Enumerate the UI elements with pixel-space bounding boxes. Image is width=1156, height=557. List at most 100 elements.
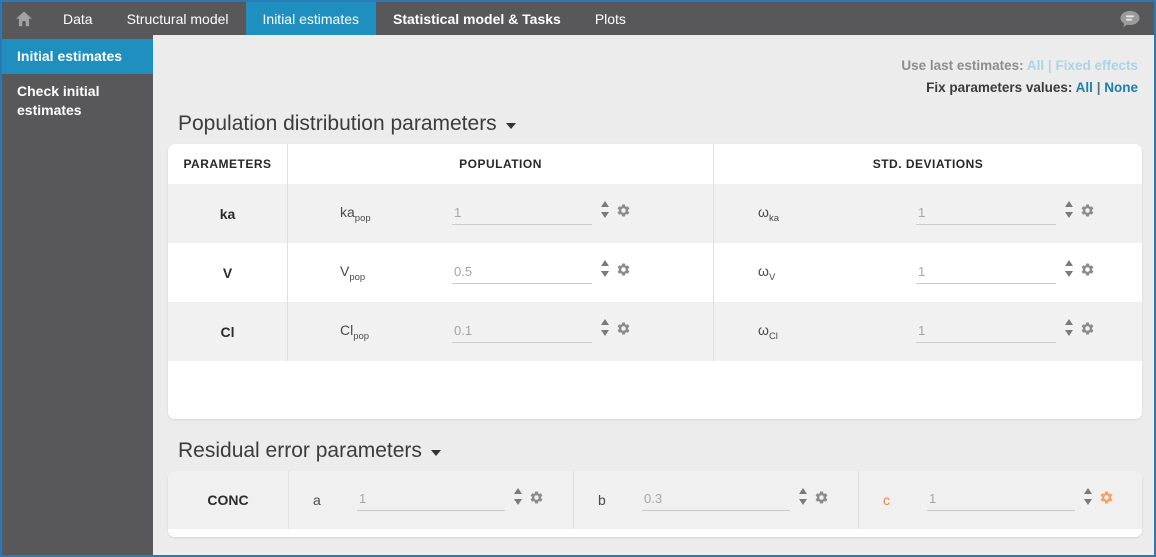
population-section-title: Population distribution parameters xyxy=(178,112,497,136)
stepper-down-icon[interactable] xyxy=(1084,498,1092,505)
residual-section-header[interactable]: Residual error parameters xyxy=(178,439,1154,463)
stepper-up-icon[interactable] xyxy=(1065,319,1073,326)
omega-ka-settings-button[interactable] xyxy=(1080,203,1095,218)
home-button[interactable] xyxy=(2,2,46,35)
value-stepper xyxy=(601,319,609,337)
stepper-up-icon[interactable] xyxy=(1084,487,1092,494)
table-row-v: V Vpop ωV xyxy=(168,243,1142,303)
left-sidebar: Initial estimates Check initial estimate… xyxy=(2,35,153,555)
population-section-header[interactable]: Population distribution parameters xyxy=(178,112,1154,136)
std-deviation-value-cell: ωka xyxy=(714,184,1142,243)
tab-plots[interactable]: Plots xyxy=(578,2,643,35)
card-bottom-padding xyxy=(168,529,1142,538)
chevron-down-icon xyxy=(505,123,516,130)
table-header-row: PARAMETERS POPULATION STD. DEVIATIONS xyxy=(168,144,1142,185)
gear-icon xyxy=(1081,263,1094,276)
residual-section-title: Residual error parameters xyxy=(178,439,422,463)
card-bottom-padding xyxy=(168,361,1142,420)
value-stepper xyxy=(799,487,807,505)
stepper-up-icon[interactable] xyxy=(601,201,609,208)
omega-param-label: ωka xyxy=(758,203,779,224)
output-name: CONC xyxy=(207,492,249,509)
omega-cl-input[interactable] xyxy=(916,320,1056,343)
fix-parameters-label: Fix parameters values: xyxy=(926,79,1073,95)
tab-initial-estimates[interactable]: Initial estimates xyxy=(245,2,376,35)
residual-b-input[interactable] xyxy=(642,489,790,512)
main-content: Use last estimates: All | Fixed effects … xyxy=(153,35,1154,555)
cl-pop-settings-button[interactable] xyxy=(616,321,631,336)
residual-b-settings-button[interactable] xyxy=(814,490,829,505)
chat-bubble-icon xyxy=(1120,10,1140,27)
feedback-button[interactable] xyxy=(1106,2,1154,35)
omega-v-settings-button[interactable] xyxy=(1080,262,1095,277)
gear-icon xyxy=(1100,491,1113,504)
tab-statistical-model-tasks[interactable]: Statistical model & Tasks xyxy=(376,2,578,35)
chevron-down-icon xyxy=(430,450,441,457)
stepper-up-icon[interactable] xyxy=(514,487,522,494)
column-header-parameters: PARAMETERS xyxy=(168,144,288,185)
parameter-name-cell: ka xyxy=(168,184,288,244)
tab-structural-model[interactable]: Structural model xyxy=(110,2,246,35)
residual-c-input[interactable] xyxy=(927,489,1075,512)
stepper-up-icon[interactable] xyxy=(1065,260,1073,267)
stepper-down-icon[interactable] xyxy=(514,498,522,505)
gear-icon xyxy=(617,263,630,276)
residual-param-c-cell: c xyxy=(859,471,1142,529)
residual-a-settings-button[interactable] xyxy=(529,490,544,505)
value-stepper xyxy=(1065,260,1073,278)
gear-icon xyxy=(530,491,543,504)
stepper-down-icon[interactable] xyxy=(1065,212,1073,219)
stepper-up-icon[interactable] xyxy=(1065,201,1073,208)
stepper-up-icon[interactable] xyxy=(601,260,609,267)
fix-none-link[interactable]: None xyxy=(1104,80,1138,95)
ka-pop-settings-button[interactable] xyxy=(616,203,631,218)
population-parameters-table: PARAMETERS POPULATION STD. DEVIATIONS ka… xyxy=(168,144,1142,420)
parameter-name-cell: Cl xyxy=(168,302,288,362)
omega-ka-input[interactable] xyxy=(916,202,1056,225)
use-last-fixed-effects-link[interactable]: Fixed effects xyxy=(1055,58,1138,73)
stepper-up-icon[interactable] xyxy=(601,319,609,326)
residual-a-input[interactable] xyxy=(357,489,505,512)
v-pop-input[interactable] xyxy=(452,261,592,284)
fix-parameters-row: Fix parameters values: All | None xyxy=(153,77,1138,99)
population-param-label: kapop xyxy=(340,203,371,224)
std-deviation-value-cell: ωCl xyxy=(714,302,1142,361)
cl-pop-input[interactable] xyxy=(452,320,592,343)
use-last-estimates-label: Use last estimates: xyxy=(901,58,1024,73)
population-value-cell: kapop xyxy=(288,184,714,244)
value-stepper xyxy=(1065,319,1073,337)
v-pop-settings-button[interactable] xyxy=(616,262,631,277)
stepper-down-icon[interactable] xyxy=(1065,330,1073,337)
tab-data[interactable]: Data xyxy=(46,2,110,35)
table-row-ka: ka kapop ωka xyxy=(168,184,1142,244)
fix-all-link[interactable]: All xyxy=(1076,80,1093,95)
gear-icon xyxy=(617,322,630,335)
omega-param-label: ωV xyxy=(758,262,776,283)
gear-icon xyxy=(617,204,630,217)
value-stepper xyxy=(1065,201,1073,219)
residual-param-label: a xyxy=(313,492,321,509)
stepper-down-icon[interactable] xyxy=(601,212,609,219)
stepper-down-icon[interactable] xyxy=(1065,271,1073,278)
topnav-spacer xyxy=(643,2,1106,35)
residual-row-conc: CONC a b xyxy=(168,471,1142,530)
sidebar-item-initial-estimates[interactable]: Initial estimates xyxy=(2,39,153,74)
population-param-label: Clpop xyxy=(340,321,370,342)
residual-c-settings-button-highlighted[interactable] xyxy=(1099,490,1114,505)
column-header-population: POPULATION xyxy=(288,144,714,185)
residual-param-b-cell: b xyxy=(574,471,859,530)
omega-param-label: ωCl xyxy=(758,321,778,342)
parameter-name: V xyxy=(222,264,233,281)
stepper-up-icon[interactable] xyxy=(799,487,807,494)
stepper-down-icon[interactable] xyxy=(799,498,807,505)
omega-v-input[interactable] xyxy=(916,261,1056,284)
use-last-all-link[interactable]: All xyxy=(1027,58,1044,73)
ka-pop-input[interactable] xyxy=(452,202,592,225)
population-value-cell: Clpop xyxy=(288,302,714,362)
sidebar-item-check-initial-estimates[interactable]: Check initial estimates xyxy=(2,74,153,128)
stepper-down-icon[interactable] xyxy=(601,330,609,337)
parameter-name-cell: V xyxy=(168,243,288,303)
value-stepper xyxy=(601,260,609,278)
stepper-down-icon[interactable] xyxy=(601,271,609,278)
omega-cl-settings-button[interactable] xyxy=(1080,321,1095,336)
